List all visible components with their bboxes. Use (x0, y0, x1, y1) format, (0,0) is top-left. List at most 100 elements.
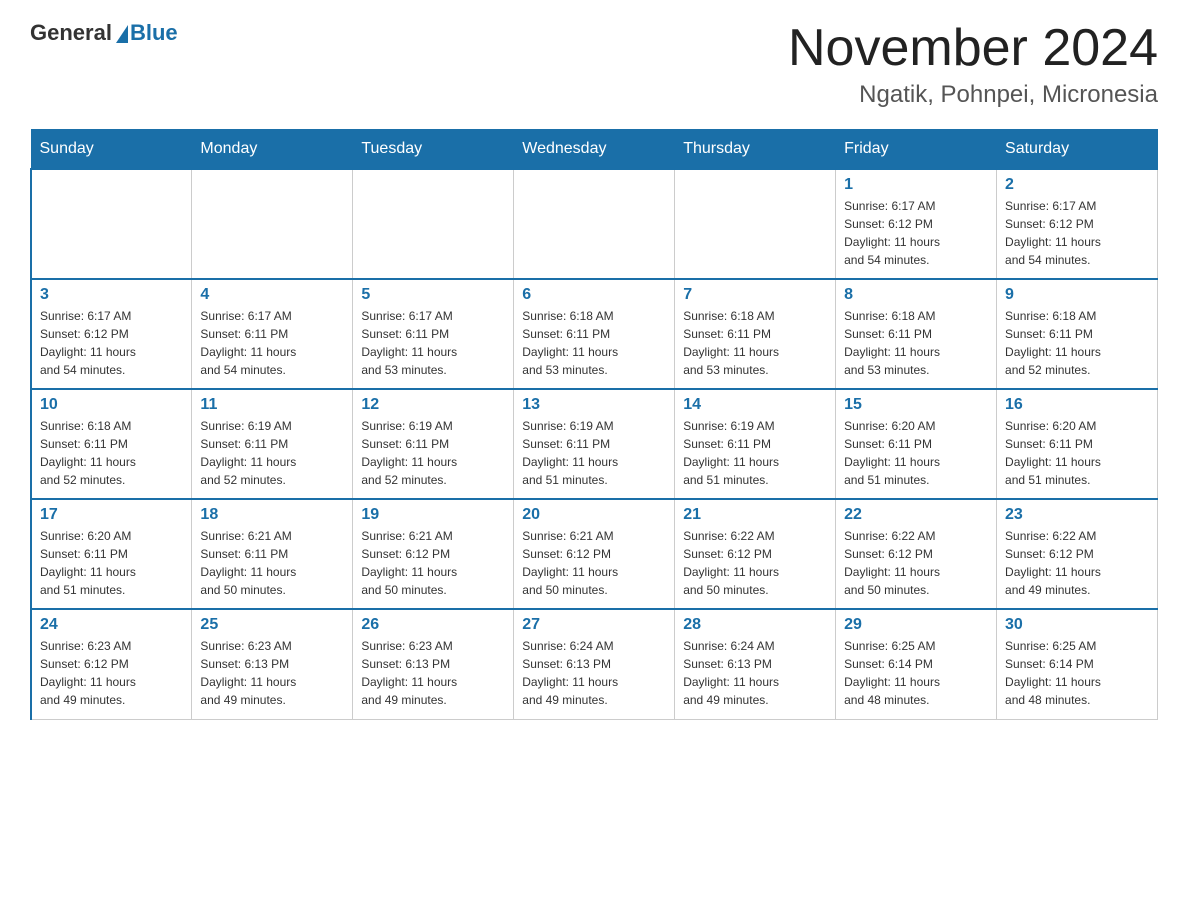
day-info: Sunrise: 6:18 AM Sunset: 6:11 PM Dayligh… (844, 307, 988, 379)
day-info: Sunrise: 6:18 AM Sunset: 6:11 PM Dayligh… (522, 307, 666, 379)
day-cell: 13 Sunrise: 6:19 AM Sunset: 6:11 PM Dayli… (514, 389, 675, 499)
weekday-header-row: SundayMondayTuesdayWednesdayThursdayFrid… (31, 130, 1158, 170)
weekday-header-tuesday: Tuesday (353, 130, 514, 170)
day-info: Sunrise: 6:22 AM Sunset: 6:12 PM Dayligh… (683, 527, 827, 599)
day-number: 1 (844, 176, 988, 194)
day-cell: 10 Sunrise: 6:18 AM Sunset: 6:11 PM Dayli… (31, 389, 192, 499)
day-info: Sunrise: 6:17 AM Sunset: 6:11 PM Dayligh… (200, 307, 344, 379)
weekday-header-sunday: Sunday (31, 130, 192, 170)
day-cell: 23 Sunrise: 6:22 AM Sunset: 6:12 PM Dayli… (997, 499, 1158, 609)
day-info: Sunrise: 6:18 AM Sunset: 6:11 PM Dayligh… (40, 417, 183, 489)
day-number: 15 (844, 396, 988, 414)
day-number: 23 (1005, 506, 1149, 524)
day-number: 4 (200, 286, 344, 304)
day-number: 18 (200, 506, 344, 524)
day-cell: 15Sunrise: 6:20 AM Sunset: 6:11 PM Dayli… (836, 389, 997, 499)
day-cell: 4 Sunrise: 6:17 AM Sunset: 6:11 PM Daylig… (192, 279, 353, 389)
day-number: 24 (40, 616, 183, 634)
weekday-header-friday: Friday (836, 130, 997, 170)
week-row-1: 1 Sunrise: 6:17 AM Sunset: 6:12 PM Daylig… (31, 169, 1158, 279)
day-cell: 5 Sunrise: 6:17 AM Sunset: 6:11 PM Daylig… (353, 279, 514, 389)
day-info: Sunrise: 6:18 AM Sunset: 6:11 PM Dayligh… (1005, 307, 1149, 379)
title-block: November 2024 Ngatik, Pohnpei, Micronesi… (788, 20, 1158, 109)
day-cell: 6 Sunrise: 6:18 AM Sunset: 6:11 PM Daylig… (514, 279, 675, 389)
day-cell: 28Sunrise: 6:24 AM Sunset: 6:13 PM Dayli… (675, 609, 836, 719)
logo-triangle-icon (116, 25, 128, 43)
day-number: 21 (683, 506, 827, 524)
day-number: 25 (200, 616, 344, 634)
day-number: 10 (40, 396, 183, 414)
day-number: 9 (1005, 286, 1149, 304)
day-info: Sunrise: 6:20 AM Sunset: 6:11 PM Dayligh… (1005, 417, 1149, 489)
weekday-header-saturday: Saturday (997, 130, 1158, 170)
day-cell: 26 Sunrise: 6:23 AM Sunset: 6:13 PM Dayli… (353, 609, 514, 719)
logo-blue-text: Blue (130, 20, 178, 46)
day-info: Sunrise: 6:19 AM Sunset: 6:11 PM Dayligh… (522, 417, 666, 489)
day-info: Sunrise: 6:19 AM Sunset: 6:11 PM Dayligh… (200, 417, 344, 489)
day-cell: 20Sunrise: 6:21 AM Sunset: 6:12 PM Dayli… (514, 499, 675, 609)
day-info: Sunrise: 6:21 AM Sunset: 6:11 PM Dayligh… (200, 527, 344, 599)
day-cell: 18 Sunrise: 6:21 AM Sunset: 6:11 PM Dayli… (192, 499, 353, 609)
month-title: November 2024 (788, 20, 1158, 77)
day-cell: 17 Sunrise: 6:20 AM Sunset: 6:11 PM Dayli… (31, 499, 192, 609)
day-cell: 21 Sunrise: 6:22 AM Sunset: 6:12 PM Dayli… (675, 499, 836, 609)
day-cell (514, 169, 675, 279)
day-cell: 11 Sunrise: 6:19 AM Sunset: 6:11 PM Dayli… (192, 389, 353, 499)
day-number: 5 (361, 286, 505, 304)
day-cell: 16Sunrise: 6:20 AM Sunset: 6:11 PM Dayli… (997, 389, 1158, 499)
logo-general-text: General (30, 20, 112, 46)
weekday-header-wednesday: Wednesday (514, 130, 675, 170)
day-number: 17 (40, 506, 183, 524)
day-cell: 9 Sunrise: 6:18 AM Sunset: 6:11 PM Daylig… (997, 279, 1158, 389)
day-info: Sunrise: 6:17 AM Sunset: 6:11 PM Dayligh… (361, 307, 505, 379)
day-info: Sunrise: 6:22 AM Sunset: 6:12 PM Dayligh… (1005, 527, 1149, 599)
week-row-5: 24 Sunrise: 6:23 AM Sunset: 6:12 PM Dayli… (31, 609, 1158, 719)
day-number: 8 (844, 286, 988, 304)
day-cell: 8 Sunrise: 6:18 AM Sunset: 6:11 PM Daylig… (836, 279, 997, 389)
weekday-header-thursday: Thursday (675, 130, 836, 170)
week-row-2: 3Sunrise: 6:17 AM Sunset: 6:12 PM Daylig… (31, 279, 1158, 389)
day-info: Sunrise: 6:17 AM Sunset: 6:12 PM Dayligh… (40, 307, 183, 379)
day-cell: 30Sunrise: 6:25 AM Sunset: 6:14 PM Dayli… (997, 609, 1158, 719)
page-header: General Blue November 2024 Ngatik, Pohnp… (30, 20, 1158, 109)
week-row-3: 10 Sunrise: 6:18 AM Sunset: 6:11 PM Dayli… (31, 389, 1158, 499)
day-number: 11 (200, 396, 344, 414)
day-cell: 29 Sunrise: 6:25 AM Sunset: 6:14 PM Dayli… (836, 609, 997, 719)
day-info: Sunrise: 6:19 AM Sunset: 6:11 PM Dayligh… (361, 417, 505, 489)
day-info: Sunrise: 6:23 AM Sunset: 6:13 PM Dayligh… (361, 637, 505, 709)
day-cell: 22Sunrise: 6:22 AM Sunset: 6:12 PM Dayli… (836, 499, 997, 609)
day-cell (675, 169, 836, 279)
weekday-header-monday: Monday (192, 130, 353, 170)
day-number: 27 (522, 616, 666, 634)
day-cell (31, 169, 192, 279)
day-number: 28 (683, 616, 827, 634)
day-info: Sunrise: 6:19 AM Sunset: 6:11 PM Dayligh… (683, 417, 827, 489)
day-number: 30 (1005, 616, 1149, 634)
day-cell: 3Sunrise: 6:17 AM Sunset: 6:12 PM Daylig… (31, 279, 192, 389)
day-info: Sunrise: 6:18 AM Sunset: 6:11 PM Dayligh… (683, 307, 827, 379)
day-number: 13 (522, 396, 666, 414)
day-info: Sunrise: 6:22 AM Sunset: 6:12 PM Dayligh… (844, 527, 988, 599)
week-row-4: 17 Sunrise: 6:20 AM Sunset: 6:11 PM Dayli… (31, 499, 1158, 609)
day-info: Sunrise: 6:23 AM Sunset: 6:12 PM Dayligh… (40, 637, 183, 709)
logo: General Blue (30, 20, 178, 46)
day-info: Sunrise: 6:21 AM Sunset: 6:12 PM Dayligh… (361, 527, 505, 599)
day-info: Sunrise: 6:17 AM Sunset: 6:12 PM Dayligh… (1005, 197, 1149, 269)
day-cell: 7 Sunrise: 6:18 AM Sunset: 6:11 PM Daylig… (675, 279, 836, 389)
day-cell: 12 Sunrise: 6:19 AM Sunset: 6:11 PM Dayli… (353, 389, 514, 499)
day-cell: 25Sunrise: 6:23 AM Sunset: 6:13 PM Dayli… (192, 609, 353, 719)
day-number: 26 (361, 616, 505, 634)
day-cell: 1 Sunrise: 6:17 AM Sunset: 6:12 PM Daylig… (836, 169, 997, 279)
day-number: 6 (522, 286, 666, 304)
day-number: 12 (361, 396, 505, 414)
day-info: Sunrise: 6:25 AM Sunset: 6:14 PM Dayligh… (844, 637, 988, 709)
day-number: 7 (683, 286, 827, 304)
day-info: Sunrise: 6:24 AM Sunset: 6:13 PM Dayligh… (522, 637, 666, 709)
day-number: 20 (522, 506, 666, 524)
location-title: Ngatik, Pohnpei, Micronesia (788, 81, 1158, 109)
day-cell (192, 169, 353, 279)
calendar-table: SundayMondayTuesdayWednesdayThursdayFrid… (30, 129, 1158, 720)
day-info: Sunrise: 6:20 AM Sunset: 6:11 PM Dayligh… (40, 527, 183, 599)
day-number: 29 (844, 616, 988, 634)
day-info: Sunrise: 6:17 AM Sunset: 6:12 PM Dayligh… (844, 197, 988, 269)
